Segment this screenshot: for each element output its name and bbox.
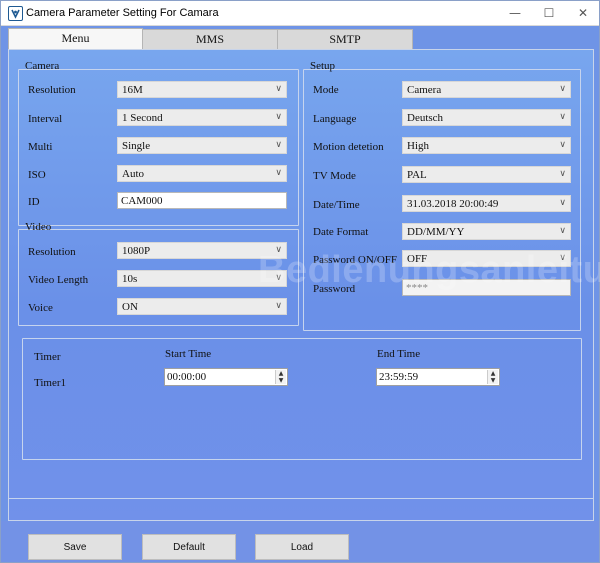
spin-down-icon[interactable]: ▼	[488, 377, 498, 384]
camera-app-icon	[8, 6, 23, 21]
tab-menu[interactable]: Menu	[8, 28, 143, 50]
dateformat-label: Date Format	[313, 226, 369, 238]
video-length-label: Video Length	[28, 274, 89, 286]
chevron-down-icon: ∨	[275, 140, 282, 150]
tvmode-value: PAL	[407, 169, 427, 181]
start-time-spinner[interactable]: ▲ ▼	[275, 370, 286, 384]
video-group-label: Video	[25, 221, 52, 233]
chevron-down-icon: ∨	[275, 168, 282, 178]
minimize-button[interactable]: —	[498, 1, 532, 25]
tab-bar: Menu MMS SMTP	[8, 28, 594, 50]
dateformat-select[interactable]: DD/MM/YY ∨	[402, 223, 571, 240]
camera-resolution-label: Resolution	[28, 84, 76, 96]
save-button[interactable]: Save	[28, 534, 122, 560]
end-time-header: End Time	[377, 348, 421, 360]
watermark: Bedienungsanleitung24.de	[258, 249, 600, 291]
iso-label: ISO	[28, 169, 46, 181]
chevron-down-icon: ∨	[275, 301, 282, 311]
language-label: Language	[313, 113, 357, 125]
chevron-down-icon: ∨	[559, 140, 566, 150]
app-window: Camera Parameter Setting For Camara — ☐ …	[0, 0, 600, 563]
start-time-header: Start Time	[165, 348, 212, 360]
datetime-label: Date/Time	[313, 199, 360, 211]
tab-mms[interactable]: MMS	[142, 29, 278, 49]
interval-select[interactable]: 1 Second ∨	[117, 109, 287, 126]
spin-down-icon[interactable]: ▼	[276, 377, 286, 384]
iso-value: Auto	[122, 168, 144, 180]
id-value: CAM000	[121, 195, 163, 207]
end-time-spinner[interactable]: ▲ ▼	[487, 370, 498, 384]
video-resolution-value: 1080P	[122, 245, 151, 257]
end-time-field[interactable]: 23:59:59 ▲ ▼	[376, 368, 500, 386]
multi-value: Single	[122, 140, 151, 152]
spin-up-icon[interactable]: ▲	[488, 370, 498, 377]
voice-label: Voice	[28, 302, 53, 314]
setup-group-label: Setup	[310, 60, 336, 72]
timer1-label: Timer1	[34, 377, 66, 389]
multi-select[interactable]: Single ∨	[117, 137, 287, 154]
id-field[interactable]: CAM000	[117, 192, 287, 209]
chevron-down-icon: ∨	[559, 112, 566, 122]
maximize-button[interactable]: ☐	[532, 1, 566, 25]
motion-label: Motion detetion	[313, 141, 384, 153]
interval-label: Interval	[28, 113, 63, 125]
tvmode-label: TV Mode	[313, 170, 356, 182]
start-time-value: 00:00:00	[167, 371, 207, 383]
tab-smtp[interactable]: SMTP	[277, 29, 413, 49]
iso-select[interactable]: Auto ∨	[117, 165, 287, 182]
mode-select[interactable]: Camera ∨	[402, 81, 571, 98]
default-button[interactable]: Default	[142, 534, 236, 560]
end-time-value: 23:59:59	[379, 371, 419, 383]
chevron-down-icon: ∨	[275, 84, 282, 94]
chevron-down-icon: ∨	[559, 169, 566, 179]
start-time-field[interactable]: 00:00:00 ▲ ▼	[164, 368, 288, 386]
voice-select[interactable]: ON ∨	[117, 298, 287, 315]
video-length-value: 10s	[122, 273, 138, 285]
motion-value: High	[407, 140, 429, 152]
camera-resolution-select[interactable]: 16M ∨	[117, 81, 287, 98]
close-button[interactable]: ✕	[566, 1, 600, 25]
video-resolution-label: Resolution	[28, 246, 76, 258]
chevron-down-icon: ∨	[559, 84, 566, 94]
interval-value: 1 Second	[122, 112, 163, 124]
load-button[interactable]: Load	[255, 534, 349, 560]
voice-value: ON	[122, 301, 138, 313]
mode-label: Mode	[313, 84, 339, 96]
tvmode-select[interactable]: PAL ∨	[402, 166, 571, 183]
motion-select[interactable]: High ∨	[402, 137, 571, 154]
timer-group	[22, 338, 582, 460]
mode-value: Camera	[407, 84, 442, 96]
datetime-picker[interactable]: 31.03.2018 20:00:49 ∨	[402, 195, 571, 212]
title-bar: Camera Parameter Setting For Camara — ☐ …	[1, 1, 599, 26]
language-select[interactable]: Deutsch ∨	[402, 109, 571, 126]
language-value: Deutsch	[407, 112, 444, 124]
window-title: Camera Parameter Setting For Camara	[26, 7, 219, 19]
chevron-down-icon: ∨	[559, 226, 566, 236]
chevron-down-icon: ∨	[559, 198, 566, 208]
camera-group-label: Camera	[25, 60, 60, 72]
id-label: ID	[28, 196, 40, 208]
timer-label: Timer	[34, 351, 61, 363]
dateformat-value: DD/MM/YY	[407, 226, 465, 238]
spin-up-icon[interactable]: ▲	[276, 370, 286, 377]
datetime-value: 31.03.2018 20:00:49	[407, 198, 499, 210]
chevron-down-icon: ∨	[275, 112, 282, 122]
divider	[9, 498, 593, 499]
camera-resolution-value: 16M	[122, 84, 143, 96]
multi-label: Multi	[28, 141, 53, 153]
